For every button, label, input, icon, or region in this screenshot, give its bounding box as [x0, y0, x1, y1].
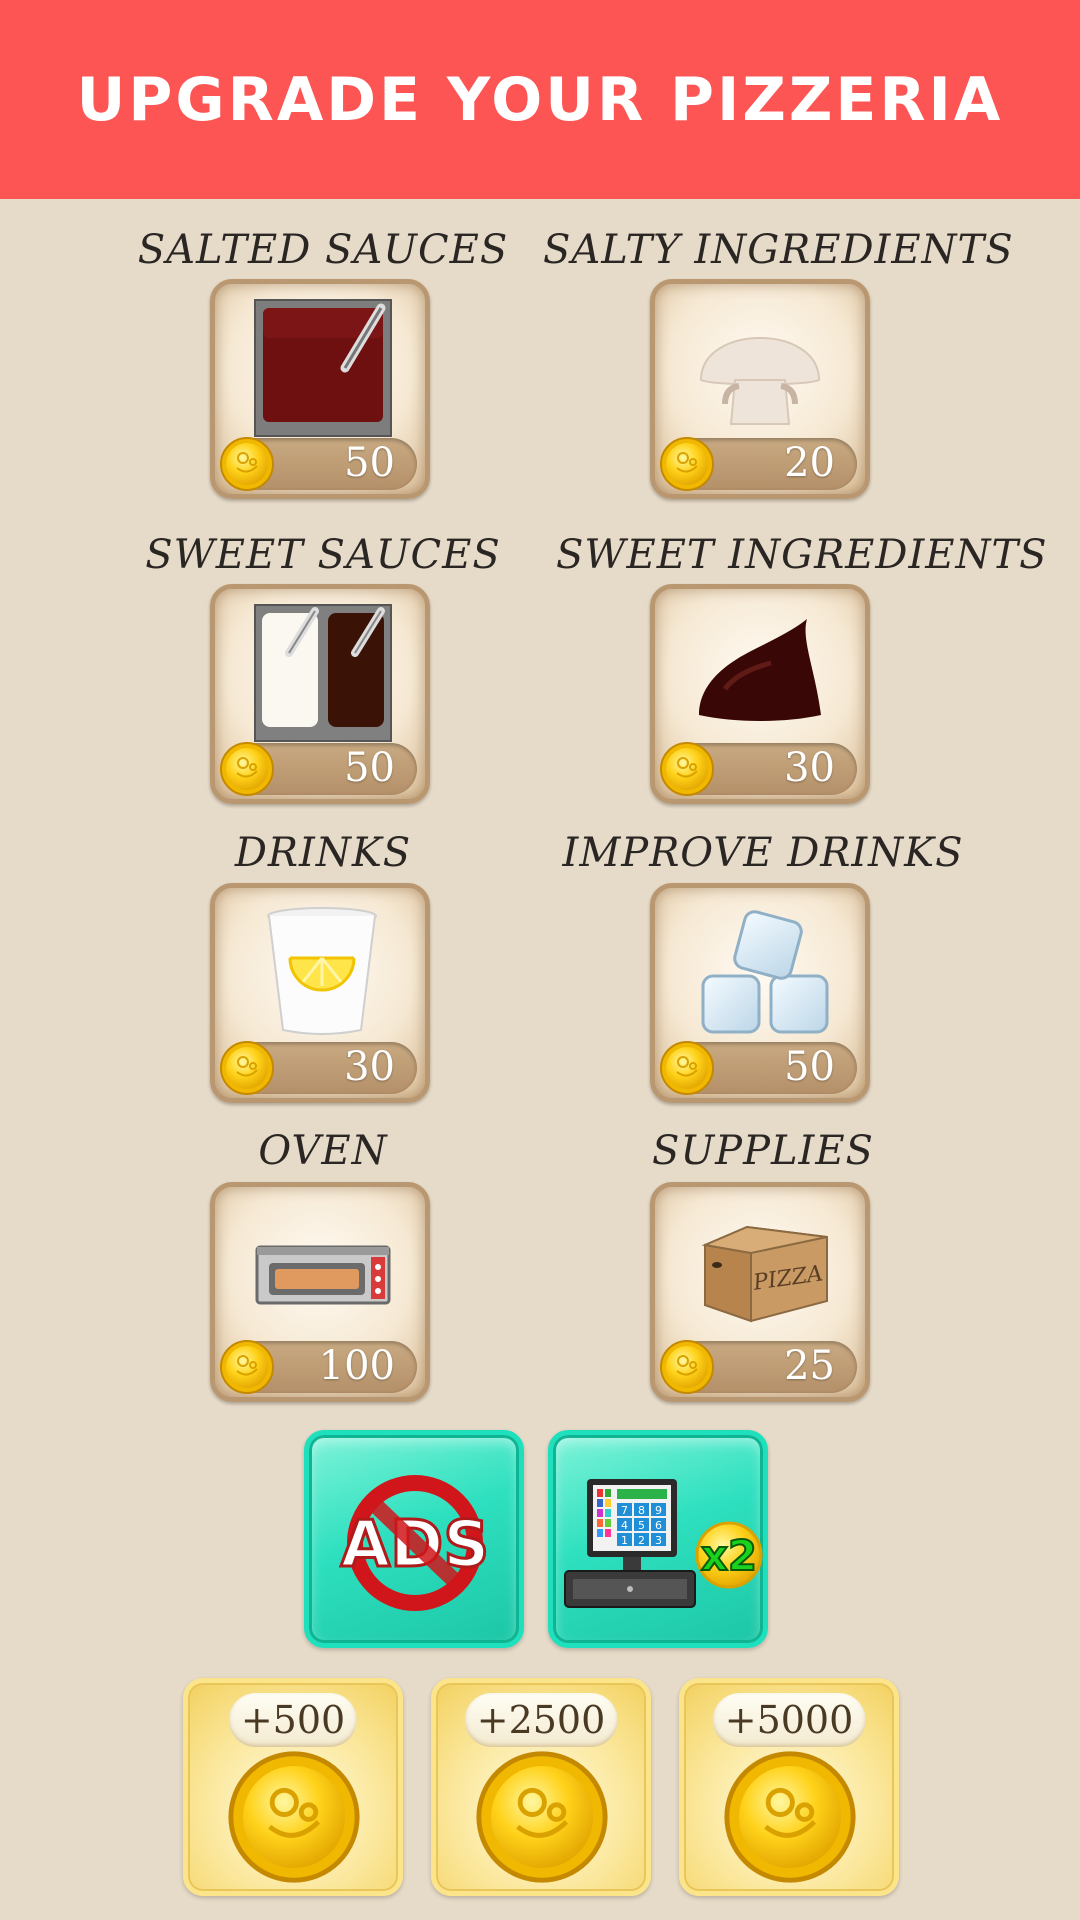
upgrade-card-salty-ingredients[interactable]: 20	[650, 279, 870, 499]
coin-icon	[660, 742, 714, 796]
salted-sauce-tray-icon	[254, 299, 392, 437]
chocolate-drop-icon	[699, 619, 821, 721]
price-value: 100	[318, 1343, 395, 1389]
upgrade-card-sweet-sauces[interactable]: 50	[210, 584, 430, 804]
register-keypad: 7 8 9 4 5 6 1 2 3	[617, 1503, 666, 1547]
header-bar: UPGRADE YOUR PIZZERIA	[0, 0, 1080, 199]
price-value: 30	[344, 1044, 395, 1090]
upgrade-label-oven: OVEN	[258, 1128, 388, 1174]
x2-badge-text: x2	[701, 1531, 757, 1580]
big-coin-icon	[474, 1749, 610, 1885]
upgrade-card-sweet-ingredients[interactable]: 30	[650, 584, 870, 804]
coin-pack-amount: +2500	[464, 1693, 618, 1747]
coin-icon	[220, 742, 274, 796]
price-value: 20	[784, 440, 835, 486]
coin-pack-5000-button[interactable]: +5000	[679, 1678, 899, 1896]
register-key-label: 7	[621, 1504, 628, 1517]
double-register-button[interactable]: 789 456 123 x2	[548, 1430, 768, 1648]
price-value: 50	[344, 745, 395, 791]
upgrade-card-drinks[interactable]: 30	[210, 883, 430, 1103]
register-key-label: 8	[638, 1504, 645, 1517]
upgrade-card-salted-sauces[interactable]: 50	[210, 279, 430, 499]
register-key-label: 9	[655, 1504, 662, 1517]
sweet-sauce-trays-icon	[254, 604, 392, 742]
big-coin-icon	[722, 1749, 858, 1885]
coin-icon	[660, 1340, 714, 1394]
no-ads-icon: ADS	[339, 1475, 491, 1611]
upgrade-label-drinks: DRINKS	[234, 830, 412, 876]
upgrade-card-oven[interactable]: 100	[210, 1182, 430, 1402]
coin-icon	[220, 1340, 274, 1394]
ice-cubes-icon	[701, 910, 829, 1034]
upgrade-label-improve-drinks: IMPROVE DRINKS	[562, 830, 964, 876]
coin-icon	[220, 1041, 274, 1095]
oven-icon	[255, 1245, 391, 1305]
upgrade-label-sweet-ingredients: SWEET INGREDIENTS	[556, 532, 1048, 578]
coin-pack-amount: +500	[228, 1693, 358, 1747]
mushroom-icon	[699, 337, 821, 425]
upgrade-label-salty-ingredients: SALTY INGREDIENTS	[543, 227, 1014, 273]
page-title: UPGRADE YOUR PIZZERIA	[76, 64, 1004, 135]
register-key-label: 1	[621, 1534, 628, 1547]
register-key-label: 5	[638, 1519, 645, 1532]
remove-ads-button[interactable]: ADS	[304, 1430, 524, 1648]
upgrade-card-supplies[interactable]: PIZZA 25	[650, 1182, 870, 1402]
lemonade-cup-icon	[267, 907, 377, 1035]
cash-register-icon: 7 8 9 4 5 6 1 2 3 x2	[564, 1479, 763, 1608]
coin-icon	[660, 437, 714, 491]
register-key-label: 6	[655, 1519, 662, 1532]
upgrade-label-salted-sauces: SALTED SAUCES	[137, 227, 509, 273]
register-key-label: 3	[655, 1534, 662, 1547]
upgrade-label-sweet-sauces: SWEET SAUCES	[145, 532, 501, 578]
register-key-label: 4	[621, 1519, 628, 1532]
price-value: 50	[784, 1044, 835, 1090]
upgrade-card-improve-drinks[interactable]: 50	[650, 883, 870, 1103]
coin-pack-amount: +5000	[712, 1693, 866, 1747]
coin-icon	[660, 1041, 714, 1095]
coin-icon	[220, 437, 274, 491]
upgrade-label-supplies: SUPPLIES	[652, 1128, 874, 1174]
coin-pack-500-button[interactable]: +500	[183, 1678, 403, 1896]
register-key-label: 2	[638, 1534, 645, 1547]
price-value: 25	[784, 1343, 835, 1389]
big-coin-icon	[226, 1749, 362, 1885]
pizza-box-icon: PIZZA	[701, 1225, 828, 1323]
price-value: 30	[784, 745, 835, 791]
coin-pack-2500-button[interactable]: +2500	[431, 1678, 651, 1896]
price-value: 50	[344, 440, 395, 486]
